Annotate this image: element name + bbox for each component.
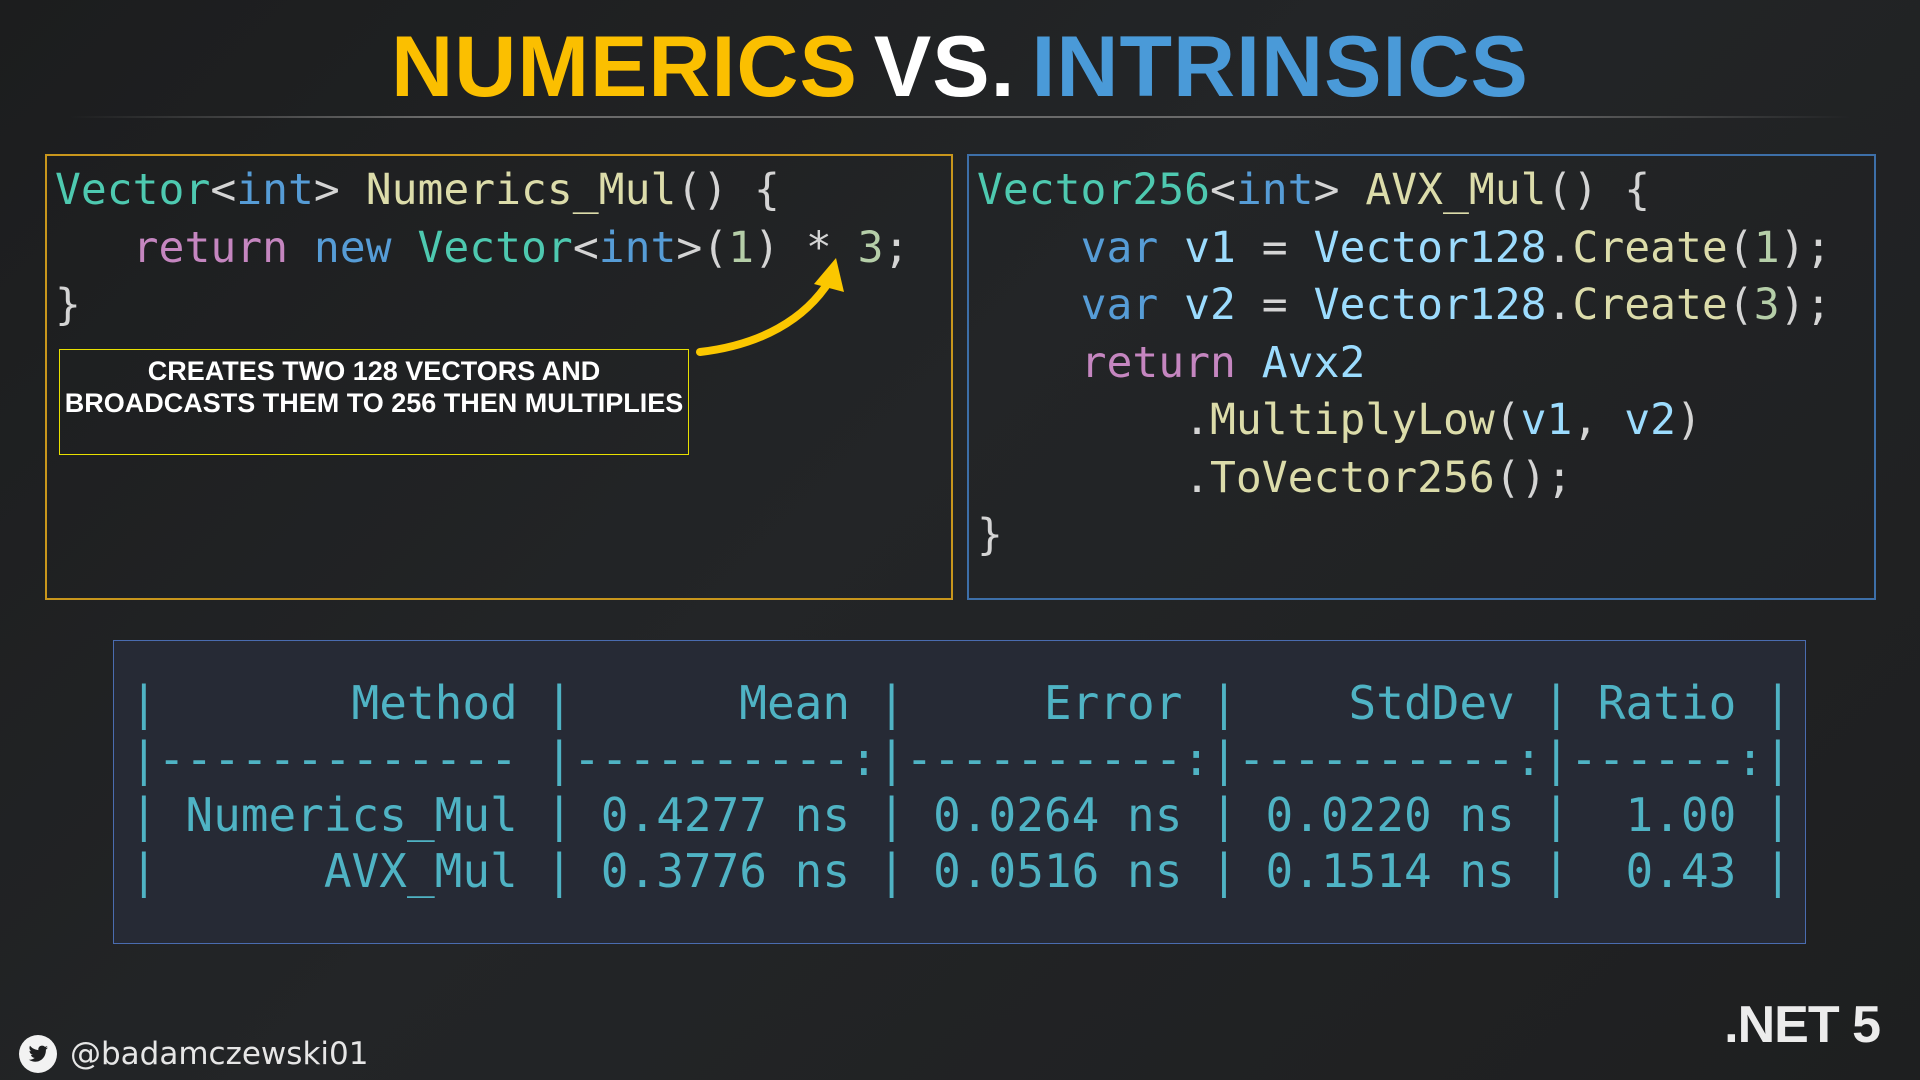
code-token: ( xyxy=(1727,280,1754,330)
table-separator-row: |------------- |----------:|----------:|… xyxy=(130,732,1792,786)
code-token: } xyxy=(55,280,81,330)
title-intrinsics: INTRINSICS xyxy=(1031,19,1529,115)
table-row: | Numerics_Mul | 0.4277 ns | 0.0264 ns |… xyxy=(130,788,1792,842)
code-line: var v1 = Vector128.Create(1); xyxy=(977,222,1832,273)
code-token: 1 xyxy=(728,222,755,273)
code-token: } xyxy=(977,510,1003,560)
code-token: MultiplyLow xyxy=(1210,395,1495,445)
code-token: Avx2 xyxy=(1261,337,1366,388)
table-row: | AVX_Mul | 0.3776 ns | 0.0516 ns | 0.15… xyxy=(130,844,1792,898)
code-token: int xyxy=(236,165,314,215)
code-token: . xyxy=(977,395,1210,445)
twitter-bird-icon xyxy=(19,1035,57,1073)
code-token: = xyxy=(1235,222,1314,273)
code-line: } xyxy=(977,510,1003,560)
code-token: Vector128 xyxy=(1313,222,1547,273)
code-token: v2 xyxy=(1624,395,1677,445)
code-token: ( xyxy=(1727,222,1754,273)
code-token: 3 xyxy=(1753,280,1780,330)
code-token: Vector xyxy=(55,165,211,215)
code-line: .ToVector256(); xyxy=(977,453,1572,503)
code-token: v1 xyxy=(1184,222,1236,273)
code-token: return xyxy=(1080,337,1236,388)
code-token: Vector256 xyxy=(977,165,1210,215)
code-token: > xyxy=(313,165,366,215)
code-token: ) * xyxy=(754,222,858,273)
code-token: Vector128 xyxy=(1313,280,1547,330)
code-line: return new Vector<int>(1) * 3; xyxy=(55,222,910,273)
code-token: Create xyxy=(1572,280,1728,330)
code-token: Numerics_Mul xyxy=(365,165,677,215)
code-line: var v2 = Vector128.Create(3); xyxy=(977,280,1832,330)
code-line: Vector<int> Numerics_Mul() { xyxy=(55,165,780,215)
title-divider xyxy=(70,116,1850,118)
twitter-handle-text: @badamczewski01 xyxy=(70,1036,369,1072)
numerics-code: Vector<int> Numerics_Mul() { return new … xyxy=(55,162,909,335)
benchmark-results-table: | Method | Mean | Error | StdDev | Ratio… xyxy=(113,640,1806,944)
code-token: return xyxy=(132,222,289,273)
code-token: v1 xyxy=(1520,395,1573,445)
code-token: ); xyxy=(1779,280,1832,330)
code-token: int xyxy=(1235,165,1314,215)
code-token: Create xyxy=(1572,222,1728,273)
callout-box: Creates two 128 vectors and broadcasts t… xyxy=(59,349,689,455)
code-token: > xyxy=(1313,165,1366,215)
twitter-handle: @badamczewski01 xyxy=(18,1034,368,1074)
code-token: = xyxy=(1235,280,1314,330)
code-token: < xyxy=(572,222,599,273)
title-vs: VS. xyxy=(873,19,1016,115)
code-token: () { xyxy=(1546,165,1651,215)
code-token: ; xyxy=(883,222,910,273)
code-token: . xyxy=(1546,222,1573,273)
code-token: . xyxy=(1546,280,1573,330)
code-token: var xyxy=(1080,280,1159,330)
code-token: < xyxy=(1210,165,1236,215)
platform-label: .NET 5 xyxy=(1724,996,1881,1054)
code-token: () { xyxy=(676,165,780,215)
table-header-row: | Method | Mean | Error | StdDev | Ratio… xyxy=(130,676,1792,730)
code-token: ) xyxy=(1676,395,1702,445)
intrinsics-code-panel: Vector256<int> AVX_Mul() { var v1 = Vect… xyxy=(967,154,1876,600)
code-token: AVX_Mul xyxy=(1365,165,1547,215)
code-token: , xyxy=(1572,395,1625,445)
code-token: ToVector256 xyxy=(1210,452,1495,503)
code-token: int xyxy=(598,222,677,273)
code-token: ( xyxy=(1494,395,1521,445)
code-line: Vector256<int> AVX_Mul() { xyxy=(977,165,1650,215)
code-token: < xyxy=(210,165,237,215)
code-token: ); xyxy=(1779,222,1832,273)
benchmark-table-text: | Method | Mean | Error | StdDev | Ratio… xyxy=(130,675,1792,899)
page-title: NUMERICS VS. INTRINSICS xyxy=(0,18,1920,117)
intrinsics-code: Vector256<int> AVX_Mul() { var v1 = Vect… xyxy=(977,162,1831,565)
code-token: 3 xyxy=(857,222,884,273)
code-token: >( xyxy=(676,222,729,273)
code-line: } xyxy=(55,280,81,330)
code-token: Vector xyxy=(417,222,573,273)
code-token: (); xyxy=(1494,452,1573,503)
code-token: 1 xyxy=(1753,222,1780,273)
code-token: v2 xyxy=(1184,280,1236,330)
title-numerics: NUMERICS xyxy=(391,19,858,115)
code-token: new xyxy=(313,222,392,273)
code-token: . xyxy=(977,452,1210,503)
code-token: var xyxy=(1080,222,1159,273)
code-line: return Avx2 xyxy=(977,337,1366,388)
code-line: .MultiplyLow(v1, v2) xyxy=(977,395,1702,445)
